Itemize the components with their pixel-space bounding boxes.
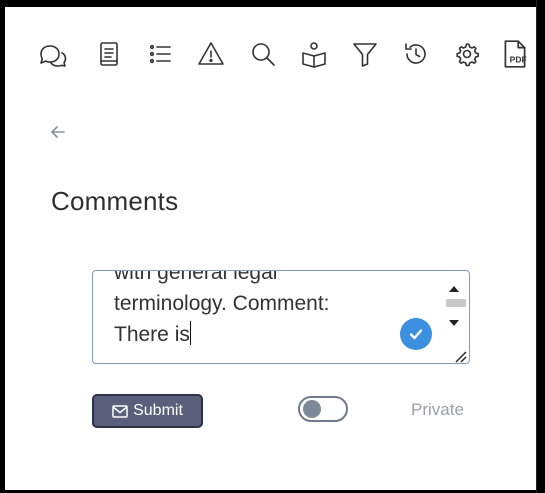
panel-divider	[536, 0, 537, 493]
envelope-icon	[112, 404, 128, 418]
submit-button[interactable]: Submit	[92, 394, 203, 428]
settings-icon[interactable]	[449, 36, 485, 72]
comment-textarea[interactable]: with general legal terminology. Comment:…	[92, 270, 470, 364]
list-icon[interactable]	[142, 36, 178, 72]
spellcheck-check-icon[interactable]	[400, 318, 432, 350]
comment-text: with general legal terminology. Comment:…	[114, 270, 330, 346]
document-icon[interactable]	[91, 36, 127, 72]
submit-label: Submit	[133, 402, 183, 419]
resize-handle-icon[interactable]	[453, 349, 467, 363]
search-icon[interactable]	[245, 36, 281, 72]
private-toggle[interactable]	[298, 396, 348, 422]
filter-icon[interactable]	[347, 36, 383, 72]
reader-icon[interactable]	[296, 36, 332, 72]
scroll-down-arrow-icon[interactable]	[448, 315, 460, 326]
text-caret	[189, 321, 192, 345]
scroll-up-arrow-icon[interactable]	[448, 281, 460, 292]
history-icon[interactable]	[398, 36, 434, 72]
toolbar: PDF	[34, 36, 534, 76]
page-title: Comments	[51, 186, 179, 216]
pdf-label: PDF	[510, 55, 527, 65]
private-label: Private	[411, 400, 464, 419]
warning-icon[interactable]	[193, 36, 229, 72]
comments-icon[interactable]	[34, 36, 70, 72]
scrollbar-thumb[interactable]	[446, 299, 466, 307]
toggle-knob	[303, 400, 321, 418]
back-arrow-icon[interactable]	[44, 118, 72, 146]
pdf-icon[interactable]: PDF	[498, 36, 532, 72]
